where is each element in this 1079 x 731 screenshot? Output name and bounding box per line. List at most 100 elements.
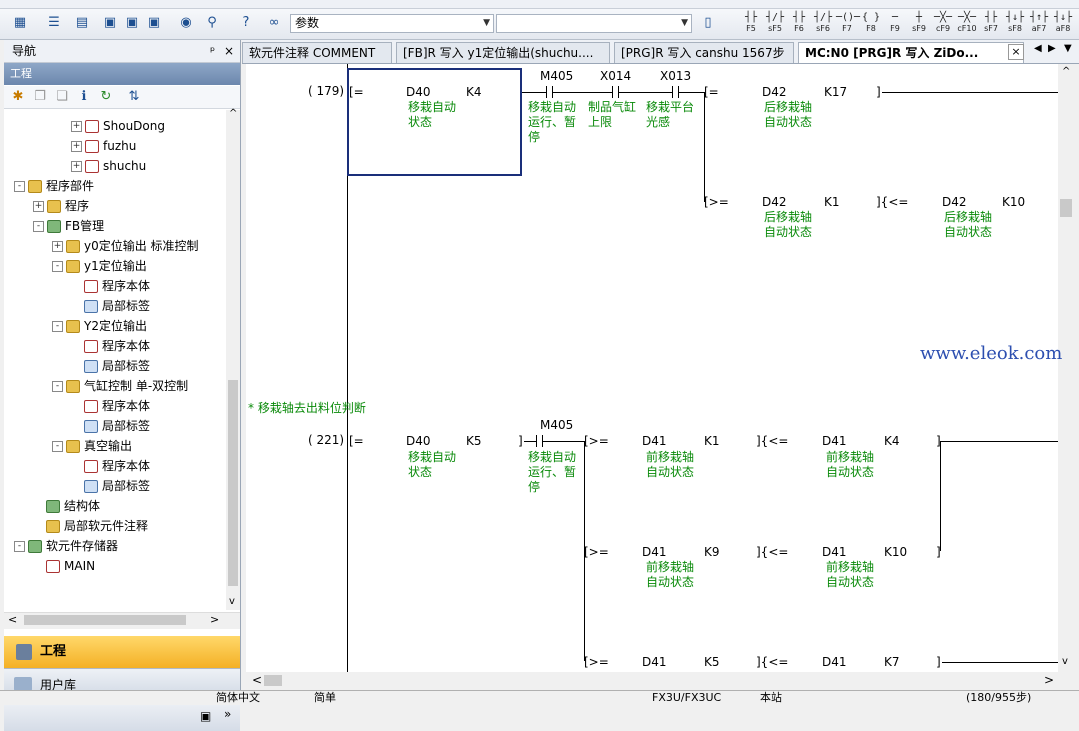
scroll-up-icon[interactable]: ^	[1062, 66, 1070, 77]
tab-0[interactable]: 软元件注释 COMMENT	[242, 42, 392, 63]
fkey-button[interactable]: ┤├ F5	[740, 12, 762, 36]
find-icon[interactable]: ⚲	[202, 13, 222, 33]
fkey-button[interactable]: ┤↓├ aF8	[1052, 12, 1074, 36]
ladder-value: K4	[466, 85, 482, 99]
tree-scroll-thumb[interactable]	[228, 380, 238, 586]
tree-node[interactable]: + y0定位输出 标准控制	[52, 236, 199, 256]
refresh-icon[interactable]: ↻	[96, 87, 116, 107]
properties-icon[interactable]: ℹ	[74, 87, 94, 107]
close-icon[interactable]: ×	[224, 40, 234, 62]
tree-node[interactable]: - 气缸控制 单-双控制	[52, 376, 188, 396]
fkey-button[interactable]: ┤├ sF7	[980, 12, 1002, 36]
tab-3[interactable]: MC:N0 [PRG]R 写入 ZiDo...	[798, 42, 1024, 63]
pin-icon[interactable]: ᵖ	[210, 40, 215, 62]
tree-hscroll-thumb[interactable]	[24, 615, 186, 625]
copy-icon[interactable]: ❐	[30, 87, 50, 107]
tree-node[interactable]: - y1定位输出	[52, 256, 147, 276]
tree-node[interactable]: - 软元件存储器	[14, 536, 118, 556]
collapse-icon[interactable]: -	[52, 381, 63, 392]
tree-node[interactable]: + 程序	[33, 196, 89, 216]
tree-node[interactable]: + shuchu	[71, 156, 146, 176]
ladder-hscroll-thumb[interactable]	[264, 675, 282, 686]
expand-icon[interactable]: +	[71, 161, 82, 172]
collapse-icon[interactable]: -	[14, 181, 25, 192]
tree-node[interactable]: 局部软元件注释	[33, 516, 148, 536]
list-icon[interactable]: ☰	[44, 13, 64, 33]
device-comment: 移栽自动 运行、暂 停	[528, 450, 577, 494]
fkey-button[interactable]: ─()─ F7	[836, 12, 860, 36]
tree-node[interactable]: 局部标签	[71, 296, 150, 316]
fkey-button[interactable]: ┼ sF9	[908, 12, 930, 36]
fkey-button[interactable]: ┤↑├ aF7	[1028, 12, 1050, 36]
tab-menu-icon[interactable]: ▼	[1064, 43, 1072, 54]
fkey-button[interactable]: ┤↓├ sF8	[1004, 12, 1026, 36]
expand-icon[interactable]: +	[71, 141, 82, 152]
collapse-icon[interactable]: -	[33, 221, 44, 232]
pane-button-project[interactable]: 工程	[4, 636, 240, 668]
collapse-icon[interactable]: -	[52, 441, 63, 452]
paste-icon[interactable]: ❏	[52, 87, 72, 107]
new-icon[interactable]: ✱	[8, 87, 28, 107]
collapse-icon[interactable]: -	[14, 541, 25, 552]
device3-icon[interactable]: ▣	[144, 13, 164, 33]
tree-node[interactable]: 局部标签	[71, 476, 150, 496]
tree-node[interactable]: - 真空输出	[52, 436, 132, 456]
scroll-right-icon[interactable]: >	[210, 613, 219, 626]
tab-prev-icon[interactable]: ◀	[1034, 43, 1042, 54]
project-icon[interactable]: ▦	[10, 13, 30, 33]
tab-2[interactable]: [PRG]R 写入 canshu 1567步	[614, 42, 794, 63]
search-combo[interactable]: 参数 ▼	[290, 14, 494, 33]
filter-combo[interactable]: ▼	[496, 14, 692, 33]
tree-node[interactable]: 程序本体	[71, 396, 150, 416]
tree-node[interactable]: - Y2定位输出	[52, 316, 147, 336]
expand-icon[interactable]: +	[71, 121, 82, 132]
document-icon[interactable]: ▯	[698, 13, 718, 33]
fkey-button[interactable]: ─╳─ cF9	[932, 12, 954, 36]
ladder-horizontal-scrollbar[interactable]: < >	[246, 672, 1058, 689]
tree-node[interactable]: 程序本体	[71, 456, 150, 476]
scroll-down-icon[interactable]: v	[1062, 656, 1068, 667]
scroll-right-icon[interactable]: >	[1044, 673, 1054, 687]
tab-close-icon[interactable]: ×	[1008, 44, 1024, 60]
fkey-button[interactable]: ┤/├ sF6	[812, 12, 834, 36]
fkey-button[interactable]: ─ F9	[884, 12, 906, 36]
sort-icon[interactable]: ⇅	[124, 87, 144, 107]
monitor-icon[interactable]: ◉	[176, 13, 196, 33]
expand-panes-icon[interactable]: »	[224, 707, 231, 721]
scroll-down-icon[interactable]: v	[229, 596, 235, 607]
expand-icon[interactable]: +	[52, 241, 63, 252]
collapse-icon[interactable]: -	[52, 261, 63, 272]
tree-node[interactable]: - 程序部件	[14, 176, 94, 196]
device2-icon[interactable]: ▣	[122, 13, 142, 33]
fkey-button[interactable]: ┤├ F6	[788, 12, 810, 36]
fkey-button[interactable]: ┤/├ sF5	[764, 12, 786, 36]
collapse-icon[interactable]: -	[52, 321, 63, 332]
tab-next-icon[interactable]: ▶	[1048, 43, 1056, 54]
tree-node[interactable]: + fuzhu	[71, 136, 136, 156]
expand-icon[interactable]: +	[33, 201, 44, 212]
scroll-up-icon[interactable]: ^	[229, 108, 237, 119]
scroll-left-icon[interactable]: <	[252, 673, 262, 687]
ladder-scroll-thumb[interactable]	[1060, 199, 1072, 217]
chevron-down-icon[interactable]: ▼	[681, 15, 688, 32]
window-icon[interactable]: ▤	[72, 13, 92, 33]
ladder-editor[interactable]: ( 179) [= D40 K4 移栽自动 状态 M405 移栽自动 运行、暂 停 X014 制…	[246, 64, 1058, 672]
fkey-button[interactable]: ─╳─ cF10	[956, 12, 978, 36]
scroll-left-icon[interactable]: <	[8, 613, 17, 626]
save-icon[interactable]: ▣	[200, 709, 211, 723]
tab-1[interactable]: [FB]R 写入 y1定位输出(shuchu....	[396, 42, 610, 63]
fkey-button[interactable]: { } F8	[860, 12, 882, 36]
binoculars-icon[interactable]: ∞	[264, 13, 284, 33]
tree-node[interactable]: MAIN	[33, 556, 95, 576]
tree-node[interactable]: 程序本体	[71, 276, 150, 296]
ladder-vertical-scrollbar[interactable]: ^ v	[1058, 64, 1075, 672]
tree-node[interactable]: 局部标签	[71, 356, 150, 376]
tree-node[interactable]: + ShouDong	[71, 116, 165, 136]
tree-node[interactable]: 结构体	[33, 496, 100, 516]
tree-node[interactable]: 局部标签	[71, 416, 150, 436]
tree-node[interactable]: - FB管理	[33, 216, 104, 236]
chevron-down-icon[interactable]: ▼	[483, 15, 490, 32]
help-icon[interactable]: ?	[236, 13, 256, 33]
device-icon[interactable]: ▣	[100, 13, 120, 33]
tree-node[interactable]: 程序本体	[71, 336, 150, 356]
